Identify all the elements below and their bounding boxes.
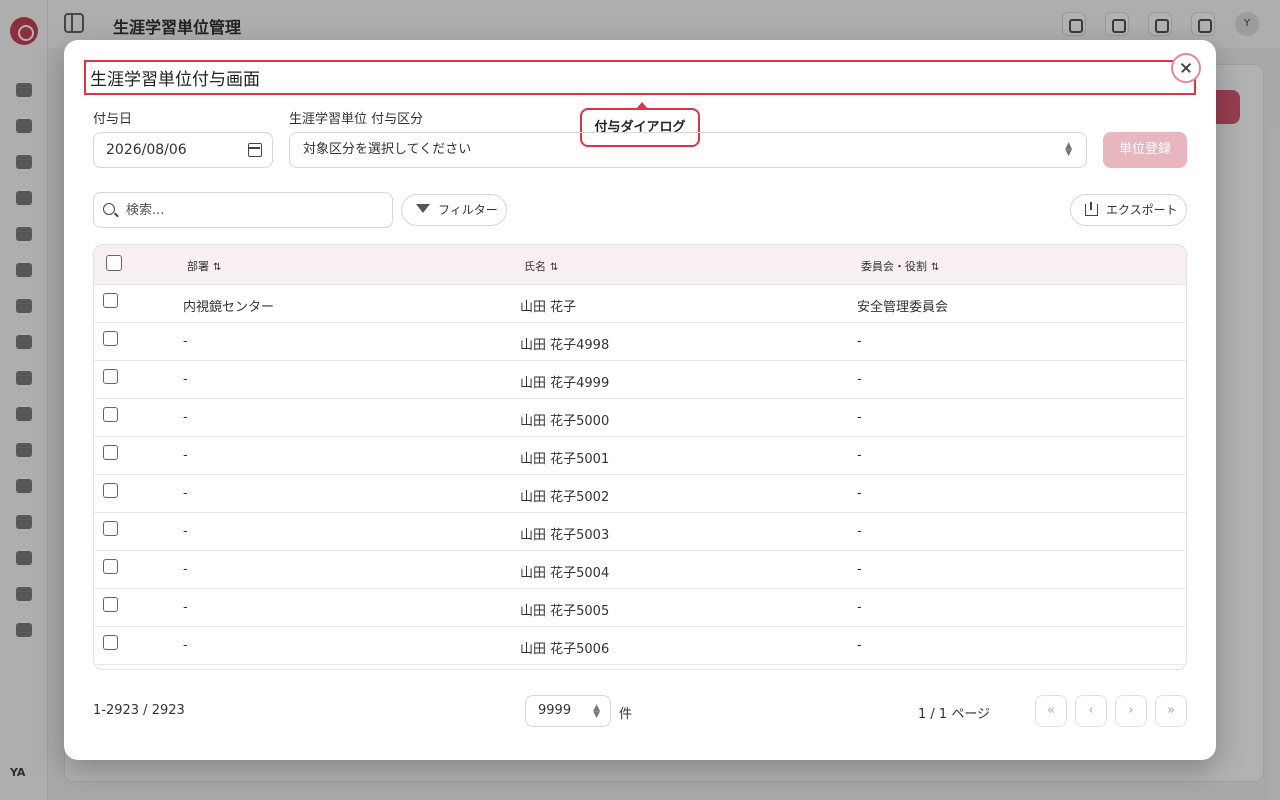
cell-role: -: [857, 372, 862, 387]
search-icon: [103, 203, 115, 215]
cell-dept: -: [183, 524, 188, 539]
table-row: - 山田 花子5001 -: [94, 437, 1186, 475]
table-row: 内視鏡センター 山田 花子 安全管理委員会: [94, 285, 1186, 323]
cell-dept: -: [183, 334, 188, 349]
prev-page-button[interactable]: ‹: [1075, 695, 1107, 727]
page-size-value: 9999: [538, 703, 572, 718]
search-field[interactable]: [93, 192, 393, 228]
sort-icon[interactable]: ⇅: [213, 262, 221, 273]
row-checkbox[interactable]: [103, 293, 118, 308]
grant-dialog: 生涯学習単位付与画面 付与ダイアログ 付与日 生涯学習単位 付与区分 2026/…: [64, 40, 1216, 760]
table-row: - 山田 花子4998 -: [94, 323, 1186, 361]
row-checkbox[interactable]: [103, 483, 118, 498]
cell-name: 山田 花子: [520, 300, 577, 315]
result-range: 1-2923 / 2923: [93, 703, 185, 718]
cell-dept: -: [183, 448, 188, 463]
row-checkbox[interactable]: [103, 559, 118, 574]
cell-name: 山田 花子5001: [520, 452, 610, 467]
cell-name: 山田 花子5003: [520, 528, 610, 543]
chevron-updown-icon: ▲ ▼: [593, 703, 600, 720]
table-row: - 山田 花子5003 -: [94, 513, 1186, 551]
row-checkbox[interactable]: [103, 521, 118, 536]
category-select[interactable]: 対象区分を選択してください ▲ ▼: [289, 132, 1087, 168]
row-checkbox[interactable]: [103, 331, 118, 346]
cell-role: -: [857, 638, 862, 653]
calendar-icon[interactable]: [248, 143, 262, 157]
cell-role: 安全管理委員会: [857, 300, 949, 315]
cell-dept: -: [183, 638, 188, 653]
search-input[interactable]: [126, 193, 386, 227]
grant-date-field[interactable]: 2026/08/06: [93, 132, 273, 168]
page-size-unit: 件: [619, 707, 633, 722]
page-size-select[interactable]: 9999 ▲ ▼: [525, 695, 611, 727]
register-button[interactable]: 単位登録: [1103, 132, 1187, 168]
filter-icon: [416, 204, 430, 213]
first-page-button[interactable]: «: [1035, 695, 1067, 727]
close-button[interactable]: [1171, 53, 1201, 83]
dialog-title: 生涯学習単位付与画面: [90, 70, 260, 90]
row-checkbox[interactable]: [103, 597, 118, 612]
staff-table: 部署 ⇅ 氏名 ⇅ 委員会・役割 ⇅ 内視鏡センター 山田 花子 安全管理委員会 - 山田 …: [93, 244, 1187, 670]
cell-dept: -: [183, 562, 188, 577]
table-row: - 山田 花子4999 -: [94, 361, 1186, 399]
cell-name: 山田 花子5005: [520, 604, 610, 619]
cell-dept: -: [183, 600, 188, 615]
sort-icon[interactable]: ⇅: [931, 262, 939, 273]
chevron-updown-icon: ▲ ▼: [1065, 141, 1072, 158]
cell-role: -: [857, 600, 862, 615]
cell-name: 山田 花子5004: [520, 566, 610, 581]
row-checkbox[interactable]: [103, 635, 118, 650]
filter-button-label: フィルター: [438, 203, 498, 217]
cell-dept: -: [183, 410, 188, 425]
cell-name: 山田 花子5002: [520, 490, 610, 505]
table-row: - 山田 花子5006 -: [94, 627, 1186, 665]
cell-name: 山田 花子5006: [520, 642, 610, 657]
table-row: - 山田 花子5000 -: [94, 399, 1186, 437]
table-row: - 山田 花子5002 -: [94, 475, 1186, 513]
table-row: - 山田 花子5005 -: [94, 589, 1186, 627]
next-page-button[interactable]: ›: [1115, 695, 1147, 727]
cell-dept: -: [183, 486, 188, 501]
cell-name: 山田 花子4999: [520, 376, 610, 391]
cell-role: -: [857, 524, 862, 539]
row-checkbox[interactable]: [103, 369, 118, 384]
column-header-role[interactable]: 委員会・役割 ⇅: [861, 258, 939, 274]
date-label: 付与日: [93, 112, 133, 127]
category-label: 生涯学習単位 付与区分: [289, 112, 424, 127]
export-button[interactable]: エクスポート: [1070, 194, 1187, 226]
sort-icon[interactable]: ⇅: [550, 262, 558, 273]
download-icon: [1085, 202, 1098, 216]
cell-name: 山田 花子5000: [520, 414, 610, 429]
export-button-label: エクスポート: [1106, 203, 1178, 217]
cell-dept: 内視鏡センター: [183, 300, 275, 315]
last-page-button[interactable]: »: [1155, 695, 1187, 727]
cell-role: -: [857, 410, 862, 425]
category-select-value: 対象区分を選択してください: [303, 142, 472, 157]
table-row: - 山田 花子5004 -: [94, 551, 1186, 589]
table-header: 部署 ⇅ 氏名 ⇅ 委員会・役割 ⇅: [94, 245, 1186, 285]
cell-dept: -: [183, 372, 188, 387]
cell-name: 山田 花子4998: [520, 338, 610, 353]
grant-date-value: 2026/08/06: [106, 142, 187, 158]
filter-button[interactable]: フィルター: [401, 194, 507, 226]
row-checkbox[interactable]: [103, 407, 118, 422]
cell-role: -: [857, 448, 862, 463]
cell-role: -: [857, 486, 862, 501]
column-header-dept[interactable]: 部署 ⇅: [187, 258, 221, 274]
page-info: 1 / 1 ページ: [918, 707, 991, 722]
cell-role: -: [857, 334, 862, 349]
cell-role: -: [857, 562, 862, 577]
row-checkbox[interactable]: [103, 445, 118, 460]
select-all-checkbox[interactable]: [106, 255, 122, 271]
column-header-name[interactable]: 氏名 ⇅: [524, 258, 558, 274]
